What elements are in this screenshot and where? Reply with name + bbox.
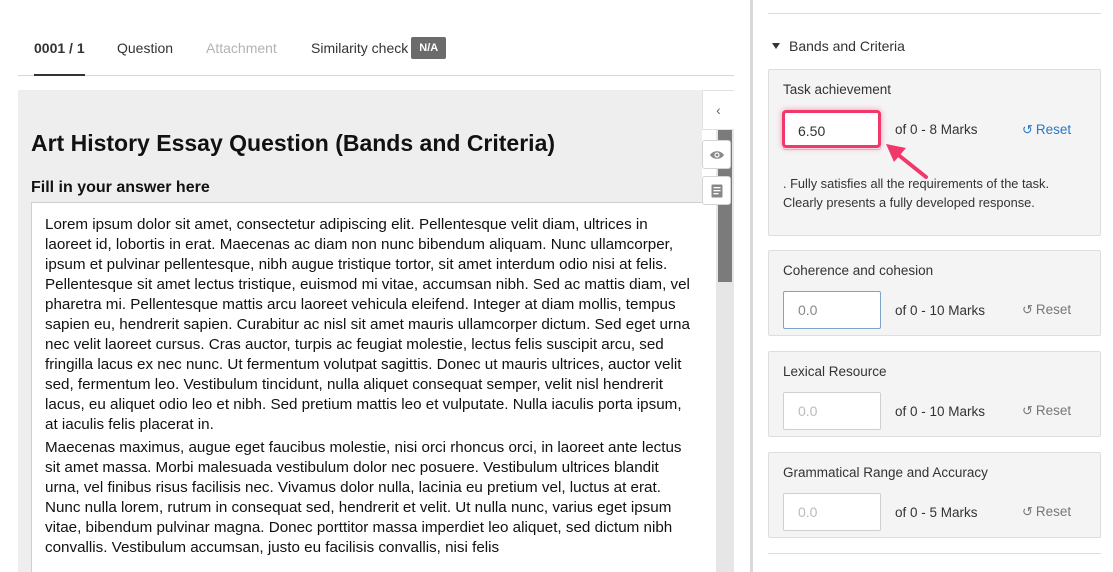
answer-paragraph: Lorem ipsum dolor sit amet, consectetur … (45, 216, 690, 433)
band-description: . Fully satisfies all the requirements o… (783, 176, 1050, 210)
marks-range: of 0 - 10 Marks (895, 404, 986, 419)
reset-button[interactable]: ↺ Reset (1022, 122, 1071, 138)
answer-text: Lorem ipsum dolor sit amet, consectetur … (31, 202, 702, 572)
question-pane: 0001 / 1 Question Attachment Similarity … (0, 0, 750, 572)
reset-button[interactable]: ↺ Reset (1022, 504, 1071, 520)
answer-paragraph: Maecenas maximus, augue eget faucibus mo… (45, 439, 682, 556)
question-content: Art History Essay Question (Bands and Cr… (18, 90, 702, 572)
marking-page: 0001 / 1 Question Attachment Similarity … (0, 0, 1113, 572)
criterion-label: Grammatical Range and Accuracy (783, 465, 988, 480)
notes-button[interactable] (702, 176, 731, 205)
question-tabs: 0001 / 1 Question Attachment Similarity … (18, 22, 734, 76)
reset-label: Reset (1035, 504, 1072, 519)
similarity-badge: N/A (411, 37, 447, 60)
chevron-left-icon: ‹ (716, 102, 721, 118)
tab-question[interactable]: Question (117, 22, 173, 76)
marks-range: of 0 - 5 Marks (895, 505, 978, 520)
reset-button[interactable]: ↺ Reset (1022, 403, 1071, 419)
criterion-card: Grammatical Range and Accuracy 0.0 of 0 … (768, 452, 1101, 538)
notes-icon (711, 184, 722, 197)
reset-label: Reset (1035, 122, 1072, 137)
answer-prompt: Fill in your answer here (31, 179, 210, 196)
reset-label: Reset (1035, 302, 1072, 317)
grading-pane: Bands and Criteria Task achievement 6.50… (768, 0, 1101, 572)
bottom-divider (768, 553, 1101, 554)
eye-icon (709, 150, 724, 159)
criterion-label: Coherence and cohesion (783, 263, 934, 278)
tab-similarity-label: Similarity check (311, 40, 409, 56)
marks-range: of 0 - 8 Marks (895, 122, 978, 137)
tab-progress[interactable]: 0001 / 1 (34, 22, 85, 76)
reset-button[interactable]: ↺ Reset (1022, 302, 1071, 318)
criterion-card: Lexical Resource 0.0 of 0 - 10 Marks ↺ Re… (768, 351, 1101, 437)
pane-divider[interactable] (750, 0, 753, 572)
reset-icon: ↺ (1022, 403, 1033, 418)
marks-range: of 0 - 10 Marks (895, 303, 986, 318)
highlight-box (782, 110, 881, 148)
score-input[interactable]: 0.0 (783, 291, 881, 329)
section-title: Bands and Criteria (789, 38, 905, 54)
caret-down-icon (772, 43, 780, 49)
question-title: Art History Essay Question (Bands and Cr… (31, 130, 556, 156)
score-input[interactable]: 0.0 (783, 392, 881, 430)
reset-icon: ↺ (1022, 302, 1033, 317)
tab-attachment: Attachment (206, 40, 277, 56)
pointer-arrow-icon (886, 144, 928, 179)
criterion-card: Task achievement 6.50 of 0 - 8 Marks ↺ Re… (768, 69, 1101, 236)
tab-similarity-check[interactable]: Similarity check N/A (311, 22, 447, 76)
preview-button[interactable] (702, 140, 731, 169)
reset-label: Reset (1035, 403, 1072, 418)
reset-icon: ↺ (1022, 504, 1033, 519)
criterion-label: Task achievement (783, 82, 892, 97)
score-input[interactable]: 0.0 (783, 493, 881, 531)
top-divider (768, 13, 1101, 14)
reset-icon: ↺ (1022, 122, 1033, 137)
collapse-panel-button[interactable]: ‹ (702, 90, 734, 130)
criterion-card: Coherence and cohesion 0.0 of 0 - 10 Mar… (768, 250, 1101, 336)
bands-criteria-toggle[interactable]: Bands and Criteria (772, 38, 905, 54)
criterion-label: Lexical Resource (783, 364, 887, 379)
